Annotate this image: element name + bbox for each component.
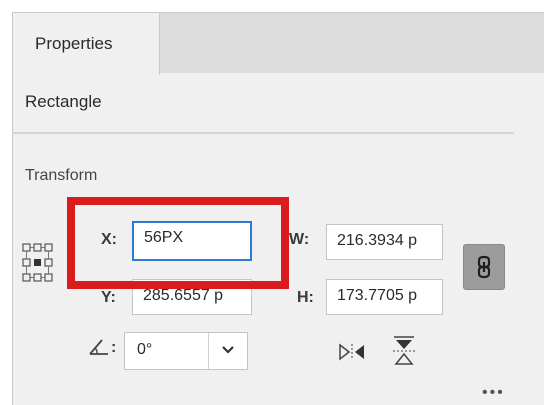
y-label: Y: xyxy=(101,289,116,306)
flip-vertical-icon[interactable] xyxy=(391,335,417,372)
select-divider xyxy=(208,333,209,369)
rotation-angle-select[interactable]: 0° xyxy=(124,332,248,370)
screenshot-frame: Properties Rectangle Transform X: 56PX W… xyxy=(0,0,544,405)
link-chain-icon xyxy=(477,255,491,279)
chevron-down-icon[interactable] xyxy=(221,343,235,362)
angle-icon xyxy=(88,337,110,362)
w-label: W: xyxy=(289,231,310,248)
section-divider xyxy=(12,132,514,134)
width-input[interactable]: 216.3934 p xyxy=(326,224,443,260)
angle-label: : xyxy=(111,339,117,356)
more-options-button[interactable]: ••• xyxy=(482,384,505,402)
tab-properties-label: Properties xyxy=(35,34,113,53)
x-position-input[interactable]: 56PX xyxy=(132,221,252,261)
height-input[interactable]: 173.7705 p xyxy=(326,279,443,315)
flip-horizontal-icon[interactable] xyxy=(337,342,367,367)
panel-tab-bar: Properties xyxy=(13,13,544,75)
reference-point-grid-icon[interactable] xyxy=(22,242,54,284)
section-title: Rectangle xyxy=(25,92,102,111)
transform-heading: Transform xyxy=(25,167,98,184)
y-position-input[interactable]: 285.6557 p xyxy=(132,279,252,315)
x-label: X: xyxy=(101,231,117,248)
h-label: H: xyxy=(297,289,314,306)
constrain-proportions-button[interactable] xyxy=(463,244,505,290)
tab-properties[interactable]: Properties xyxy=(13,13,160,75)
rotation-angle-value: 0° xyxy=(137,341,153,358)
